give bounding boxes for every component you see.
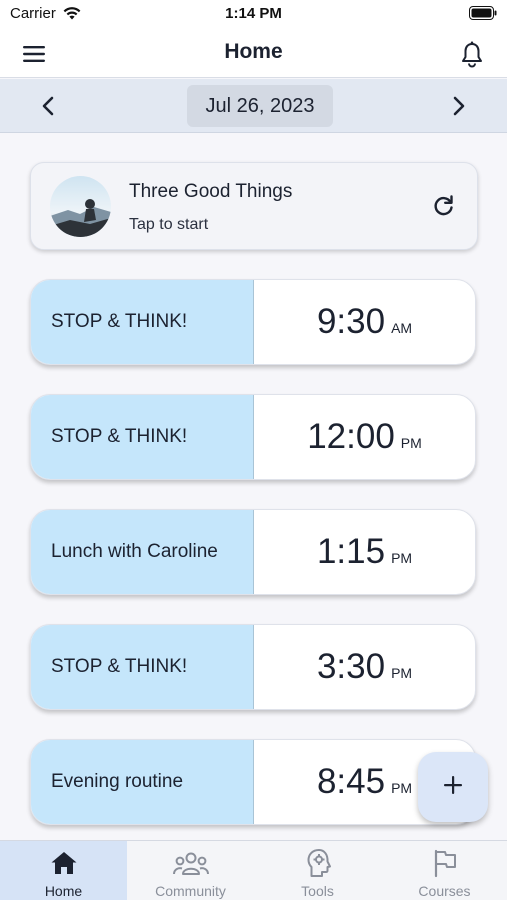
status-time: 1:14 PM — [225, 5, 282, 22]
event-name-panel: STOP & THINK! — [31, 280, 254, 364]
app-header: Home — [0, 30, 507, 78]
event-time-value: 8:45 — [316, 762, 386, 801]
event-name-panel: STOP & THINK! — [31, 625, 254, 709]
event-card[interactable]: Lunch with Caroline 1:15 PM — [30, 509, 476, 595]
three-good-things-image — [50, 176, 111, 237]
date-navigation: Jul 26, 2023 — [0, 79, 507, 133]
event-time: 3:30 PM — [254, 625, 475, 709]
nav-label: Home — [44, 883, 83, 899]
event-name: STOP & THINK! — [51, 311, 188, 332]
three-good-things-card[interactable]: Three Good Things Tap to start — [30, 162, 478, 250]
plus-icon — [442, 774, 464, 801]
event-time-period: PM — [391, 780, 413, 796]
event-time: 1:15 PM — [254, 510, 475, 594]
nav-label: Courses — [418, 883, 471, 899]
event-card[interactable]: STOP & THINK! 12:00 PM — [30, 394, 476, 480]
home-icon — [0, 847, 127, 879]
bottom-navigation: Home Community Tools Courses — [0, 840, 507, 900]
tools-icon — [254, 847, 381, 879]
bell-icon[interactable] — [457, 40, 487, 70]
event-name: STOP & THINK! — [51, 426, 188, 447]
event-name: Lunch with Caroline — [51, 541, 218, 562]
chevron-right-icon[interactable] — [445, 93, 471, 119]
nav-label: Community — [155, 883, 226, 899]
nav-item-tools[interactable]: Tools — [254, 841, 381, 900]
status-bar: Carrier 1:14 PM — [0, 0, 507, 30]
date-selector[interactable]: Jul 26, 2023 — [187, 85, 333, 127]
chevron-left-icon[interactable] — [36, 93, 62, 119]
event-time-value: 1:15 — [316, 532, 386, 571]
event-time-period: PM — [391, 665, 413, 681]
event-time-period: AM — [391, 320, 413, 336]
page-title: Home — [224, 40, 283, 63]
community-icon — [127, 847, 254, 879]
event-time: 9:30 AM — [254, 280, 475, 364]
three-good-things-subtitle: Tap to start — [129, 216, 209, 233]
event-name-panel: Evening routine — [31, 740, 254, 824]
event-time-value: 9:30 — [316, 302, 386, 341]
battery-icon — [469, 6, 497, 20]
event-time-period: PM — [391, 550, 413, 566]
nav-label: Tools — [301, 883, 334, 899]
add-button[interactable] — [418, 752, 488, 822]
event-time-value: 3:30 — [316, 647, 386, 686]
event-card[interactable]: STOP & THINK! 3:30 PM — [30, 624, 476, 710]
event-card[interactable]: Evening routine 8:45 PM — [30, 739, 476, 825]
nav-item-courses[interactable]: Courses — [381, 841, 507, 900]
event-name-panel: Lunch with Caroline — [31, 510, 254, 594]
nav-item-home[interactable]: Home — [0, 841, 127, 900]
event-name-panel: STOP & THINK! — [31, 395, 254, 479]
event-time-period: PM — [400, 435, 422, 451]
event-card[interactable]: STOP & THINK! 9:30 AM — [30, 279, 476, 365]
refresh-icon[interactable] — [431, 193, 457, 219]
three-good-things-title: Three Good Things — [129, 181, 293, 202]
event-time-value: 12:00 — [307, 417, 395, 456]
nav-item-community[interactable]: Community — [127, 841, 254, 900]
event-time: 12:00 PM — [254, 395, 475, 479]
event-name: STOP & THINK! — [51, 656, 188, 677]
event-name: Evening routine — [51, 771, 184, 792]
flag-icon — [381, 847, 507, 879]
